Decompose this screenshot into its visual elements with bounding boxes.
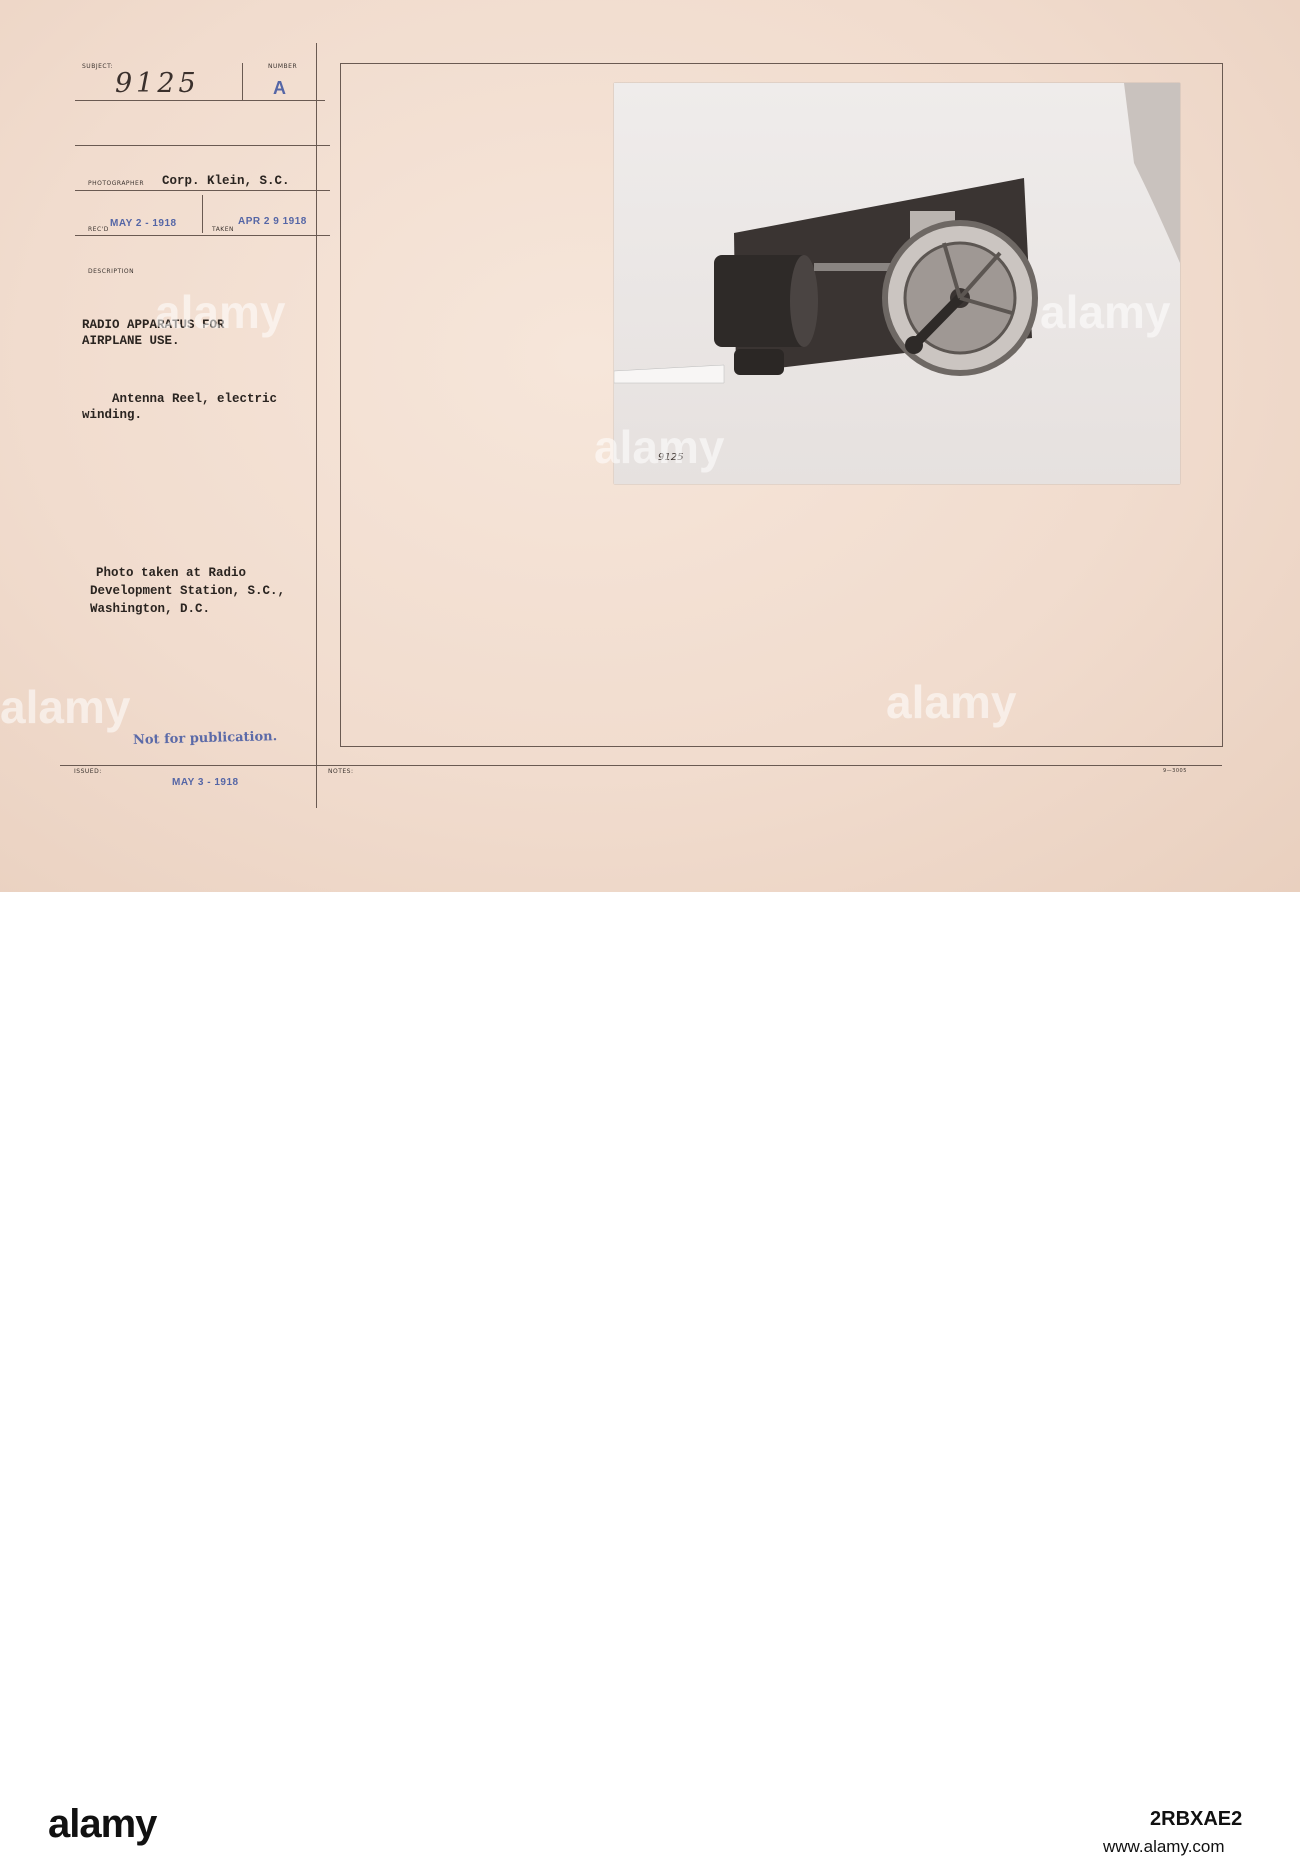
description-label: DESCRIPTION	[88, 268, 135, 275]
header-rule	[75, 145, 330, 146]
watermark: alamy	[594, 421, 725, 473]
description-line-5: Photo taken at Radio	[66, 566, 247, 580]
description-line-4: winding.	[82, 408, 143, 422]
issued-date-stamp: MAY 3 - 1918	[172, 777, 239, 788]
watermark: alamy	[886, 676, 1017, 728]
watermark: alamy	[0, 681, 131, 733]
issued-label: ISSUED:	[74, 768, 102, 775]
description-line-3: Antenna Reel, electric	[82, 392, 278, 406]
subject-underline	[75, 100, 325, 101]
photographer-label: PHOTOGRAPHER	[88, 180, 145, 187]
recd-label: REC'D	[88, 226, 109, 233]
dates-underline	[75, 235, 330, 236]
image-id: 2RBXAE2	[1150, 1808, 1243, 1830]
form-number: 9—3005	[1163, 768, 1187, 774]
taken-label: TAKEN	[212, 226, 235, 233]
photographer-underline	[75, 190, 330, 191]
left-column-divider	[316, 43, 317, 808]
received-date-stamp: MAY 2 - 1918	[110, 218, 177, 229]
number-label: NUMBER	[268, 63, 298, 70]
brand-logo[interactable]: alamy	[48, 1802, 157, 1847]
archival-photo-card: SUBJECT: NUMBER PHOTOGRAPHER REC'D TAKEN…	[0, 0, 1300, 892]
photographer-name: Corp. Klein, S.C.	[162, 174, 290, 188]
subject-label: SUBJECT:	[82, 63, 114, 70]
site-url[interactable]: www.alamy.com	[1103, 1837, 1225, 1857]
taken-date-stamp: APR 2 9 1918	[238, 216, 307, 227]
bottom-rule	[60, 765, 1222, 766]
not-for-publication-stamp: Not for publication.	[132, 729, 278, 748]
subject-number: 9125	[115, 68, 200, 99]
watermark: alamy	[1040, 286, 1171, 338]
description-line-7: Washington, D.C.	[90, 602, 211, 616]
stock-footer: alamy 2RBXAE2 www.alamy.com	[0, 892, 1300, 1856]
description-line-6: Development Station, S.C.,	[90, 584, 286, 598]
notes-label: NOTES:	[328, 768, 354, 775]
watermark: alamy	[155, 286, 286, 338]
dates-divider	[202, 195, 203, 233]
subject-number-divider	[242, 63, 243, 101]
number-value: A	[273, 78, 286, 98]
